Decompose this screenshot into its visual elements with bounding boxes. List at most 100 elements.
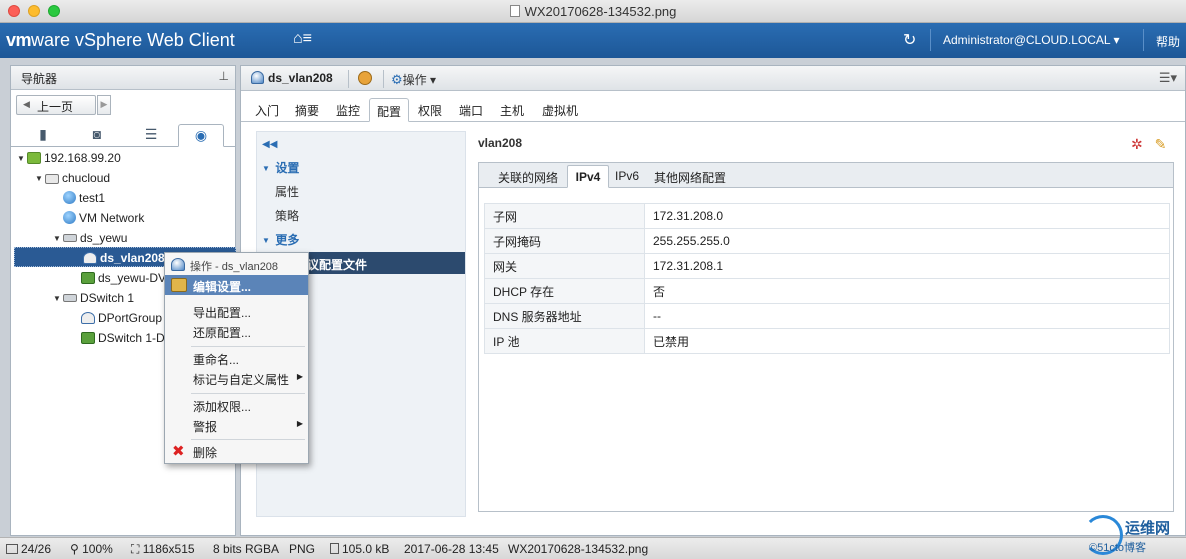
group-settings[interactable]: ▼ 设置 xyxy=(262,159,299,176)
pin-icon[interactable]: ⊥ xyxy=(219,69,229,83)
detail-tools: ✲ ✎ xyxy=(1131,136,1166,153)
table-row: 子网 172.31.208.0 xyxy=(484,203,1170,229)
expand-icon[interactable]: ▼ xyxy=(35,174,45,183)
bit-depth: 8 bits RGBA xyxy=(213,542,280,556)
app-header: vmware vSphere Web Client ⌂≡ ↻ Administr… xyxy=(0,23,1186,58)
expand-icon[interactable]: ▼ xyxy=(53,234,63,243)
tree-item-network[interactable]: VM Network xyxy=(63,208,144,228)
menu-separator xyxy=(191,439,305,440)
tab-configure[interactable]: 配置 xyxy=(369,98,409,122)
tree-item-portgroup[interactable]: DPortGroup xyxy=(81,308,162,328)
menu-item-tags[interactable]: 标记与自定义属性 ▶ xyxy=(165,368,308,388)
edit-pencil-icon[interactable]: ✎ xyxy=(1155,136,1167,152)
tree-item-host[interactable]: ▼ 192.168.99.20 xyxy=(17,148,121,168)
collapse-icon[interactable]: ◀◀ xyxy=(262,139,277,150)
property-key: DNS 服务器地址 xyxy=(484,303,645,329)
expand-icon[interactable]: ▼ xyxy=(53,294,63,303)
property-key: IP 池 xyxy=(484,328,645,354)
forward-button[interactable]: ▶ xyxy=(97,95,111,115)
menu-item-edit-settings[interactable]: 编辑设置... xyxy=(165,275,308,295)
menu-item-delete[interactable]: ✖ 删除 xyxy=(165,441,308,461)
settings-item-properties[interactable]: 属性 xyxy=(275,183,299,200)
expand-icon[interactable]: ▼ xyxy=(262,164,272,173)
group-more[interactable]: ▼ 更多 xyxy=(262,231,299,248)
tab-ports[interactable]: 端口 xyxy=(453,98,489,122)
actions-button[interactable]: ⚙操作 ▾ xyxy=(391,71,436,88)
property-key: 子网 xyxy=(484,203,645,229)
window-title: WX20170628-134532.png xyxy=(0,4,1186,19)
subtab-other-config[interactable]: 其他网络配置 xyxy=(647,165,733,188)
tab-getting-started[interactable]: 入门 xyxy=(249,98,285,122)
tab-monitor[interactable]: 监控 xyxy=(330,98,366,122)
magnifier-icon: ⚲ xyxy=(70,542,83,556)
watermark-logo: 运维网 ©51cto博客 xyxy=(1083,513,1186,559)
property-value: 172.31.208.0 xyxy=(644,203,1170,229)
context-menu-header: 操作 - ds_vlan208 xyxy=(165,255,308,275)
menu-item-rename[interactable]: 重命名... xyxy=(165,348,308,368)
vms-templates-tab-icon[interactable]: ◙ xyxy=(74,124,120,147)
panel-menu-icon[interactable]: ☰▾ xyxy=(1159,70,1177,86)
home-menu-button[interactable]: ⌂≡ xyxy=(293,30,312,48)
user-menu[interactable]: Administrator@CLOUD.LOCAL ▾ xyxy=(943,33,1119,47)
toolbar-divider xyxy=(383,70,384,88)
tree-item-datacenter[interactable]: ▼ chucloud xyxy=(35,168,110,188)
menu-item-restore-config[interactable]: 还原配置... xyxy=(165,321,308,341)
portgroup-icon xyxy=(171,258,185,271)
main-panel: ds_vlan208 ⚙操作 ▾ ☰▾ 入门 摘要 监控 配置 权限 端口 主机… xyxy=(240,65,1186,536)
watermark-subtext: ©51cto博客 xyxy=(1089,542,1147,554)
navigator-tabs: ▮ ◙ ☰ ◉ xyxy=(11,121,235,147)
navigator-title: 导航器 xyxy=(21,72,58,86)
menu-separator xyxy=(191,346,305,347)
tree-item-uplink[interactable]: DSwitch 1-D xyxy=(81,328,165,348)
remove-icon[interactable]: ✲ xyxy=(1131,136,1143,152)
tab-hosts[interactable]: 主机 xyxy=(494,98,530,122)
network-icon xyxy=(63,211,76,224)
menu-item-add-permission[interactable]: 添加权限... xyxy=(165,395,308,415)
file-size: 105.0 kB xyxy=(330,542,389,556)
manage-users-icon[interactable] xyxy=(358,71,372,85)
property-value: 已禁用 xyxy=(644,328,1170,354)
tree-item-switch[interactable]: ▼ ds_yewu xyxy=(53,228,127,248)
menu-separator xyxy=(191,393,305,394)
subtab-ipv4[interactable]: IPv4 xyxy=(567,165,609,188)
tree-item-network[interactable]: test1 xyxy=(63,188,105,208)
ip-config-panel: 关联的网络 IPv4 IPv6 其他网络配置 子网 172.31.208.0 子网… xyxy=(478,162,1174,512)
property-value: 172.31.208.1 xyxy=(644,253,1170,279)
refresh-icon[interactable]: ↻ xyxy=(903,30,916,50)
vmware-logo: vmware vSphere Web Client xyxy=(6,30,235,50)
subtab-ipv6[interactable]: IPv6 xyxy=(611,165,643,188)
menu-item-export-config[interactable]: 导出配置... xyxy=(165,301,308,321)
detail-title: vlan208 xyxy=(478,136,523,150)
tab-permissions[interactable]: 权限 xyxy=(412,98,448,122)
tree-item-switch[interactable]: ▼ DSwitch 1 xyxy=(53,288,134,308)
tree-item-uplink[interactable]: ds_yewu-DV xyxy=(81,268,166,288)
zoom-level: ⚲ 100% xyxy=(70,542,113,556)
table-row: DHCP 存在否 xyxy=(484,278,1170,304)
menu-item-alarms[interactable]: 警报 ▶ xyxy=(165,415,308,435)
vcenter-icon xyxy=(27,152,41,164)
tab-vms[interactable]: 虚拟机 xyxy=(536,98,584,122)
storage-tab-icon[interactable]: ☰ xyxy=(128,124,174,147)
gear-icon: ⚙ xyxy=(391,72,403,87)
expand-icon[interactable]: ▼ xyxy=(17,154,27,163)
hosts-clusters-tab-icon[interactable]: ▮ xyxy=(20,124,66,147)
context-menu: 操作 - ds_vlan208 编辑设置... 导出配置... 还原配置... … xyxy=(164,252,309,464)
property-key: 子网掩码 xyxy=(484,228,645,254)
file-name: WX20170628-134532.png xyxy=(508,542,649,556)
networking-tab-icon[interactable]: ◉ xyxy=(178,124,224,147)
main-tabs: 入门 摘要 监控 配置 权限 端口 主机 虚拟机 xyxy=(241,95,1185,122)
expand-icon[interactable]: ▼ xyxy=(262,236,272,245)
help-link[interactable]: 帮助 xyxy=(1156,33,1180,50)
header-divider xyxy=(1143,29,1144,51)
back-button[interactable]: 上一页 xyxy=(16,95,96,115)
settings-item-policies[interactable]: 策略 xyxy=(275,207,299,224)
submenu-arrow-icon: ▶ xyxy=(296,419,303,428)
property-key: DHCP 存在 xyxy=(484,278,645,304)
property-value: -- xyxy=(644,303,1170,329)
portgroup-icon xyxy=(83,252,97,264)
document-icon xyxy=(509,5,520,17)
tab-summary[interactable]: 摘要 xyxy=(289,98,325,122)
property-key: 网关 xyxy=(484,253,645,279)
subtab-associated-networks[interactable]: 关联的网络 xyxy=(487,165,569,188)
table-row: IP 池已禁用 xyxy=(484,328,1170,354)
